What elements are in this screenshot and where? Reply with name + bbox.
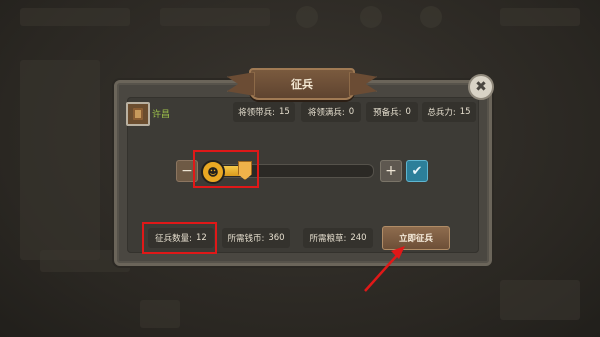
recruit-now-button[interactable]: 立即征兵 xyxy=(382,226,450,250)
required-coins: 所需钱币: 360 xyxy=(222,228,290,248)
close-icon: ✖ xyxy=(475,79,487,95)
stat-label: 将领满兵: xyxy=(307,108,345,118)
increase-button[interactable]: + xyxy=(380,160,402,182)
background-element xyxy=(296,6,318,28)
stat-label: 将领带兵: xyxy=(238,108,276,118)
stat-general-troops: 将领带兵: 15 xyxy=(233,102,295,122)
plus-icon: + xyxy=(385,163,397,179)
general-avatar[interactable] xyxy=(126,102,150,126)
background-element xyxy=(140,300,180,328)
coin-label: 所需钱币: xyxy=(227,234,265,244)
stat-value: 0 xyxy=(405,107,411,117)
dialog-title: 征兵 xyxy=(291,78,313,91)
stat-label: 总兵力: xyxy=(427,108,456,118)
background-element xyxy=(500,8,580,26)
stat-value: 0 xyxy=(348,107,355,117)
background-element xyxy=(360,6,382,28)
grain-value: 240 xyxy=(350,233,367,243)
close-button[interactable]: ✖ xyxy=(468,74,494,100)
grain-label: 所需粮草: xyxy=(309,234,347,244)
stat-reserve: 预备兵: 0 xyxy=(366,102,418,122)
recruit-count-label: 征兵数量: xyxy=(155,234,193,244)
confirm-button[interactable]: ✔ xyxy=(406,160,428,182)
recruit-slider[interactable] xyxy=(204,164,374,178)
soldier-icon: ☻ xyxy=(201,160,225,184)
general-name: 许昌 xyxy=(152,110,171,120)
background-element xyxy=(20,8,130,26)
required-grain: 所需粮草: 240 xyxy=(303,228,373,248)
coin-value: 360 xyxy=(268,233,285,243)
dialog-title-tab: 征兵 xyxy=(249,68,355,100)
stat-total: 总兵力: 15 xyxy=(422,102,476,122)
checkmark-icon: ✔ xyxy=(411,163,423,179)
decrease-button[interactable]: − xyxy=(176,160,198,182)
background-element xyxy=(420,6,442,28)
recruit-count: 征兵数量: 12 xyxy=(148,228,214,248)
background-element xyxy=(500,280,580,320)
background-element xyxy=(160,8,270,26)
minus-icon: − xyxy=(181,163,193,179)
stat-label: 预备兵: xyxy=(373,108,402,118)
recruit-count-value: 12 xyxy=(196,233,207,243)
stat-value: 15 xyxy=(279,107,290,117)
stat-general-full: 将领满兵: 0 xyxy=(301,102,361,122)
stat-value: 15 xyxy=(459,107,471,117)
background-element xyxy=(20,60,100,260)
